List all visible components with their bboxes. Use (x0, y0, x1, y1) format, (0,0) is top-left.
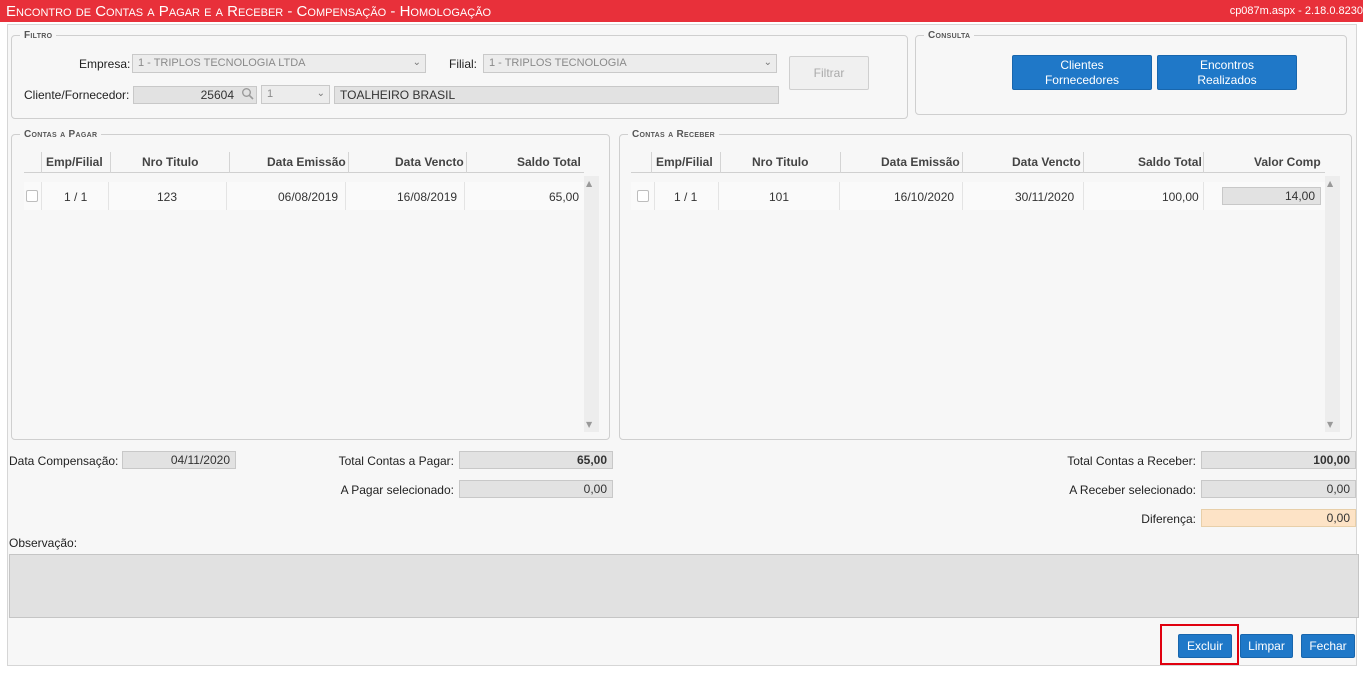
receber-selecionado-field: 0,00 (1201, 480, 1356, 498)
receber-col-data-vencto[interactable]: Data Vencto (1012, 155, 1081, 169)
receber-scrollbar[interactable]: ▲ ▼ (1325, 176, 1340, 432)
empresa-label: Empresa: (79, 57, 131, 71)
receber-col-emp-filial[interactable]: Emp/Filial (656, 155, 713, 169)
pagar-cell-data-vencto: 16/08/2019 (397, 190, 458, 204)
empresa-select-value: 1 - TRIPLOS TECNOLOGIA LTDA (138, 57, 306, 69)
receber-cell-saldo-total: 100,00 (1162, 190, 1199, 204)
contas-receber-legend: Contas a Receber (632, 129, 716, 140)
encontros-realizados-line2: Realizados (1197, 73, 1257, 87)
empresa-select[interactable]: 1 - TRIPLOS TECNOLOGIA LTDA ⌄ (132, 54, 426, 73)
consulta-legend: Consulta (928, 30, 971, 41)
filial-select-value: 1 - TRIPLOS TECNOLOGIA (489, 57, 627, 69)
valor-comp-input[interactable]: 14,00 (1222, 187, 1321, 205)
search-icon[interactable] (241, 87, 255, 101)
pagar-selecionado-label: A Pagar selecionado: (340, 483, 454, 497)
scroll-up-icon[interactable]: ▲ (1327, 179, 1333, 188)
pagar-cell-data-emissao: 06/08/2019 (278, 190, 339, 204)
table-row[interactable]: 1 / 1 101 16/10/2020 30/11/2020 100,00 1… (631, 182, 1325, 210)
cliente-type-select[interactable]: 1 ⌄ (261, 85, 330, 104)
total-receber-field: 100,00 (1201, 451, 1356, 469)
version-label: cp087m.aspx - 2.18.0.8230 (1229, 5, 1363, 17)
pagar-cell-emp-filial: 1 / 1 (64, 190, 88, 204)
fechar-button[interactable]: Fechar (1301, 634, 1355, 658)
filtro-legend: Filtro (24, 30, 53, 41)
total-pagar-field: 65,00 (459, 451, 613, 469)
receber-selecionado-label: A Receber selecionado: (1069, 483, 1196, 497)
encontros-realizados-line1: Encontros (1199, 58, 1255, 72)
observacao-label: Observação: (9, 536, 78, 550)
title-bar: Encontro de Contas a Pagar e a Receber -… (0, 0, 1363, 22)
receber-col-nro-titulo[interactable]: Nro Titulo (752, 155, 808, 169)
pagar-table-header: Emp/Filial Nro Titulo Data Emissão Data … (24, 152, 584, 176)
row-checkbox[interactable] (26, 190, 38, 202)
clientes-fornecedores-line1: Clientes (1060, 58, 1104, 72)
receber-col-data-emissao[interactable]: Data Emissão (881, 155, 960, 169)
filial-label: Filial: (449, 57, 478, 71)
scroll-down-icon[interactable]: ▼ (1327, 420, 1333, 429)
scroll-up-icon[interactable]: ▲ (586, 179, 592, 188)
cliente-name-field: TOALHEIRO BRASIL (334, 86, 779, 104)
filtrar-button[interactable]: Filtrar (789, 56, 869, 90)
cliente-type-value: 1 (267, 88, 274, 100)
diferenca-label: Diferença: (1141, 512, 1196, 526)
receber-cell-nro-titulo: 101 (769, 190, 790, 204)
receber-cell-data-emissao: 16/10/2020 (894, 190, 955, 204)
receber-cell-emp-filial: 1 / 1 (674, 190, 698, 204)
receber-table-header: Emp/Filial Nro Titulo Data Emissão Data … (631, 152, 1325, 176)
chevron-down-icon: ⌄ (412, 57, 421, 68)
chevron-down-icon: ⌄ (763, 57, 772, 68)
total-pagar-label: Total Contas a Pagar: (338, 454, 454, 468)
encontros-realizados-button[interactable]: Encontros Realizados (1157, 55, 1297, 90)
data-compensacao-label: Data Compensação: (9, 454, 119, 468)
pagar-selecionado-field: 0,00 (459, 480, 613, 498)
diferenca-field: 0,00 (1201, 509, 1356, 527)
receber-cell-data-vencto: 30/11/2020 (1015, 190, 1075, 204)
page-title: Encontro de Contas a Pagar e a Receber -… (6, 3, 492, 20)
contas-pagar-legend: Contas a Pagar (24, 129, 98, 140)
cliente-fornecedor-label: Cliente/Fornecedor: (24, 88, 130, 102)
limpar-button[interactable]: Limpar (1240, 634, 1293, 658)
filial-select[interactable]: 1 - TRIPLOS TECNOLOGIA ⌄ (483, 54, 777, 73)
data-compensacao-input[interactable]: 04/11/2020 (122, 451, 236, 469)
pagar-cell-nro-titulo: 123 (157, 190, 178, 204)
cliente-code-input[interactable]: 25604 (133, 86, 257, 104)
receber-col-saldo-total[interactable]: Saldo Total (1138, 155, 1202, 169)
row-checkbox[interactable] (637, 190, 649, 202)
pagar-col-emp-filial[interactable]: Emp/Filial (46, 155, 103, 169)
receber-col-valor-comp[interactable]: Valor Comp (1254, 155, 1321, 169)
chevron-down-icon: ⌄ (316, 88, 325, 99)
table-row[interactable]: 1 / 1 123 06/08/2019 16/08/2019 65,00 (24, 182, 584, 210)
excluir-button[interactable]: Excluir (1178, 634, 1232, 658)
filtro-fieldset: Filtro (11, 30, 908, 119)
pagar-scrollbar[interactable]: ▲ ▼ (584, 176, 599, 432)
pagar-col-data-vencto[interactable]: Data Vencto (395, 155, 464, 169)
clientes-fornecedores-line2: Fornecedores (1044, 73, 1120, 87)
pagar-col-nro-titulo[interactable]: Nro Titulo (142, 155, 198, 169)
pagar-col-saldo-total[interactable]: Saldo Total (517, 155, 581, 169)
total-receber-label: Total Contas a Receber: (1067, 454, 1196, 468)
observacao-textarea[interactable] (9, 554, 1359, 618)
scroll-down-icon[interactable]: ▼ (586, 420, 592, 429)
clientes-fornecedores-button[interactable]: Clientes Fornecedores (1012, 55, 1152, 90)
pagar-cell-saldo-total: 65,00 (549, 190, 580, 204)
pagar-col-data-emissao[interactable]: Data Emissão (267, 155, 346, 169)
